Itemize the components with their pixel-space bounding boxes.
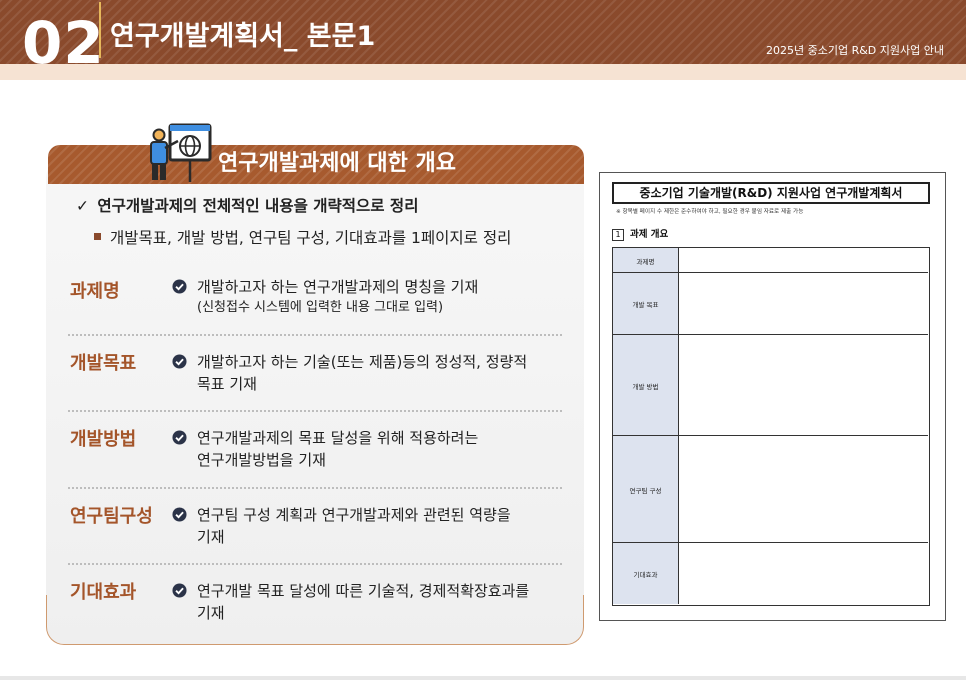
form-section-heading: 1 과제 개요	[612, 228, 668, 242]
overview-summary-text: 연구개발과제의 전체적인 내용을 개략적으로 정리	[97, 197, 419, 215]
row-desc-title: 개발하고자 하는 연구개발과제의 명칭을 기재 (신청접수 시스템에 입력한 내…	[172, 276, 562, 318]
row-desc-effect: 연구개발 목표 달성에 따른 기술적, 경제적확장효과를 기재	[172, 580, 562, 624]
row-desc-goal: 개발하고자 하는 기술(또는 제품)등의 정성적, 정량적 목표 기재	[172, 351, 562, 395]
form-row-label: 개발 방법	[613, 335, 679, 436]
row-label-method: 개발방법	[70, 429, 137, 450]
row-divider	[68, 410, 562, 412]
form-row-label: 연구팀 구성	[613, 436, 679, 543]
overview-bullet: 개발목표, 개발 방법, 연구팀 구성, 기대효과를 1페이지로 정리	[94, 227, 511, 249]
row-label-effect: 기대효과	[70, 582, 137, 603]
section-title: 연구개발과제에 대한 개요	[218, 151, 456, 176]
page-subtitle: 2025년 중소기업 R&D 지원사업 안내	[766, 44, 944, 57]
form-title: 중소기업 기술개발(R&D) 지원사업 연구개발계획서	[612, 182, 930, 204]
check-circle-icon	[172, 507, 187, 522]
form-section-number: 1	[612, 229, 624, 241]
row-divider	[68, 487, 562, 489]
overview-bullet-text: 개발목표, 개발 방법, 연구팀 구성, 기대효과를 1페이지로 정리	[110, 229, 512, 247]
presenter-globe-icon	[150, 123, 212, 182]
checkmark-icon: ✓	[76, 197, 89, 215]
form-section-title: 과제 개요	[630, 229, 669, 240]
row-desc-team: 연구팀 구성 계획과 연구개발과제와 관련된 역량을 기재	[172, 504, 562, 548]
header-divider	[99, 2, 101, 58]
header-bottom-band	[0, 64, 966, 80]
row-label-goal: 개발목표	[70, 353, 137, 374]
check-circle-icon	[172, 354, 187, 369]
square-bullet-icon	[94, 233, 101, 240]
row-label-team: 연구팀구성	[70, 506, 153, 527]
row-label-title: 과제명	[70, 281, 120, 302]
page-bottom-rule	[0, 676, 966, 680]
check-circle-icon	[172, 279, 187, 294]
form-row-line	[613, 272, 928, 273]
overview-summary: ✓ 연구개발과제의 전체적인 내용을 개략적으로 정리	[76, 195, 418, 217]
row-desc-method: 연구개발과제의 목표 달성을 위해 적용하려는 연구개발방법을 기재	[172, 427, 562, 471]
row-divider	[68, 563, 562, 565]
form-table: 과제명 개발 목표 개발 방법 연구팀 구성 기대효과	[612, 247, 930, 606]
check-circle-icon	[172, 430, 187, 445]
form-row-line	[613, 334, 928, 335]
form-row-label: 과제명	[613, 248, 679, 273]
chapter-number: 02	[22, 9, 105, 77]
form-row-line	[613, 542, 928, 543]
form-row-line	[613, 435, 928, 436]
form-row-label: 기대효과	[613, 543, 679, 604]
form-row-label: 개발 목표	[613, 273, 679, 335]
row-divider	[68, 334, 562, 336]
check-circle-icon	[172, 583, 187, 598]
page-title: 연구개발계획서_ 본문1	[110, 21, 376, 52]
form-note: ※ 항목별 페이지 수 제한은 준수하여야 하고, 필요한 경우 붙임 자료로 …	[616, 209, 804, 215]
